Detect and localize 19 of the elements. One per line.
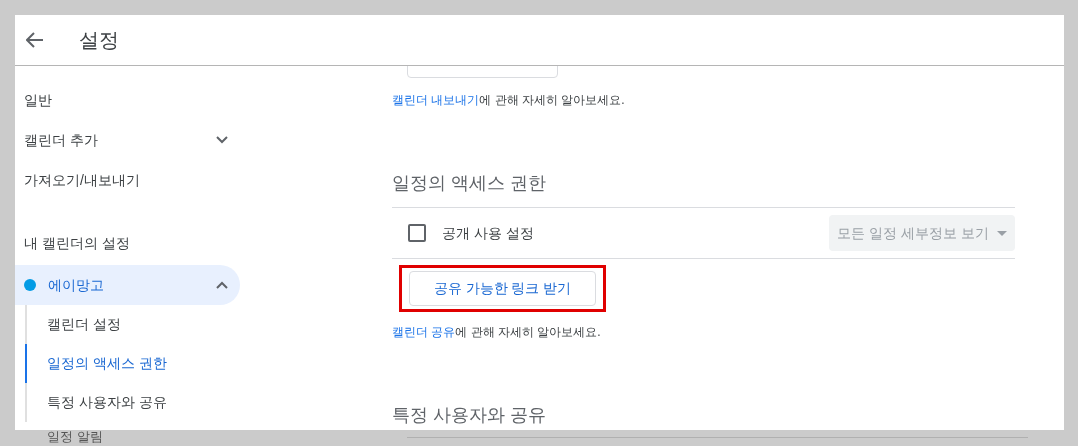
sidebar-item[interactable]: 일반 bbox=[15, 80, 240, 120]
calendar-name: 에이망고 bbox=[48, 275, 104, 295]
help-text: 캘린더 공유에 관해 자세히 알아보세요. bbox=[392, 324, 602, 341]
help-link[interactable]: 캘린더 내보내기 bbox=[392, 93, 480, 107]
checkbox-label: 공개 사용 설정 bbox=[442, 223, 534, 243]
section-title: 특정 사용자와 공유 bbox=[392, 404, 547, 427]
share-link-button[interactable]: 공유 가능한 링크 받기 bbox=[409, 271, 596, 306]
sidebar-subitem[interactable]: 특정 사용자와 공유 bbox=[25, 383, 240, 422]
sidebar-subitem[interactable]: 일정의 액세스 권한 bbox=[25, 344, 240, 383]
sidebar-subitem[interactable]: 일정 알림 bbox=[47, 430, 103, 444]
calendar-item[interactable]: 에이망고 bbox=[15, 265, 240, 305]
sidebar-item[interactable]: 캘린더 추가 bbox=[15, 120, 240, 160]
help-text: 캘린더 내보내기에 관해 자세히 알아보세요. bbox=[392, 92, 626, 109]
sidebar-heading: 내 캘린더의 설정 bbox=[23, 233, 131, 253]
page-title: 설정 bbox=[79, 28, 119, 53]
section-title: 일정의 액세스 권한 bbox=[392, 172, 547, 195]
sidebar-item[interactable]: 가져오기/내보내기 bbox=[15, 160, 240, 200]
help-link[interactable]: 캘린더 공유 bbox=[392, 325, 456, 339]
sidebar-subitem[interactable]: 캘린더 설정 bbox=[25, 305, 240, 344]
